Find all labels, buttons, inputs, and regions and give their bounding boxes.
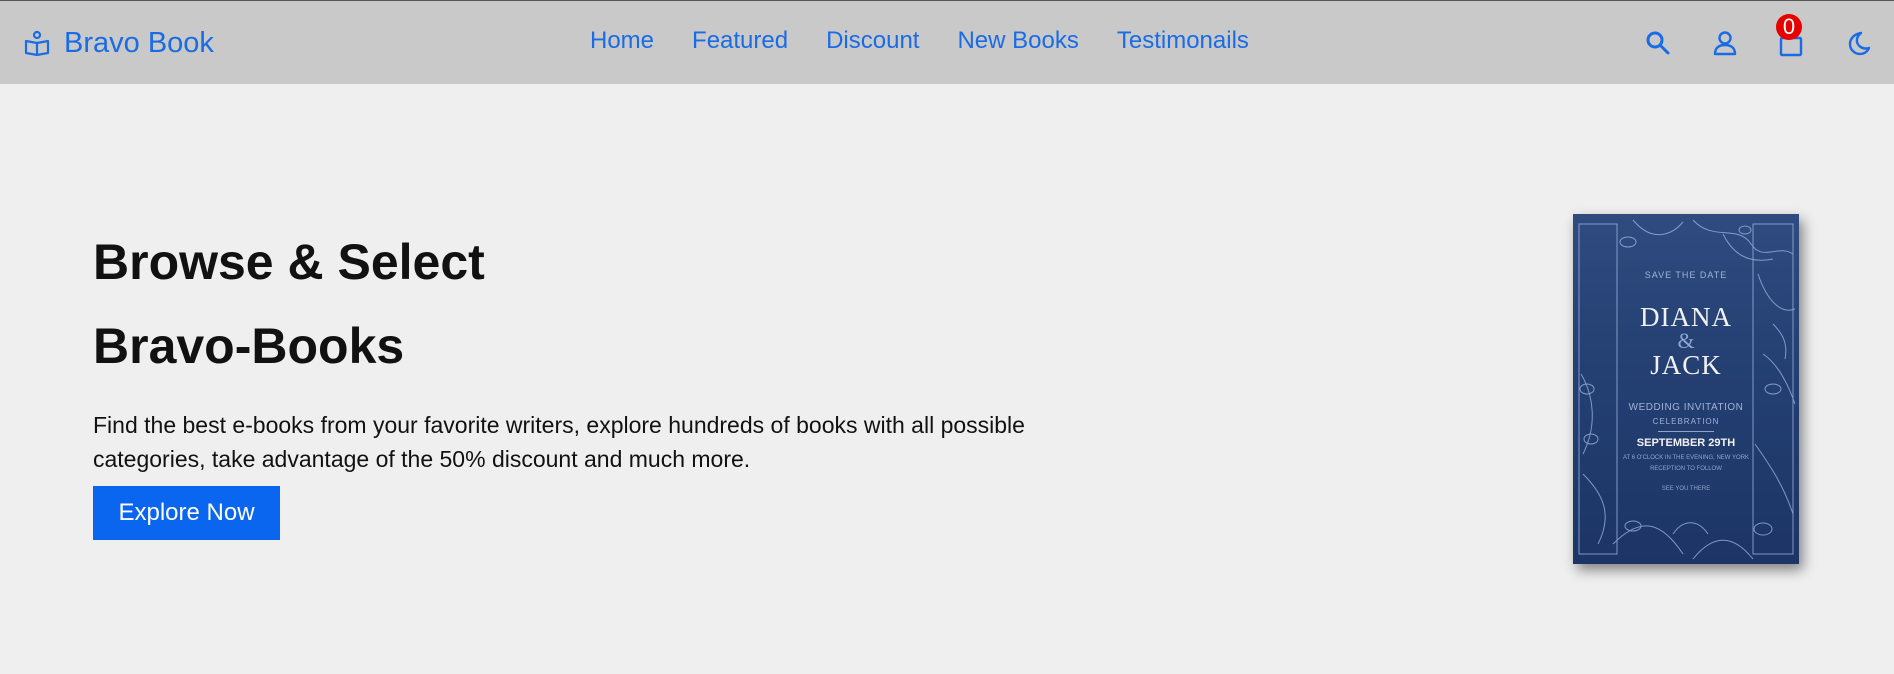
site-header: Bravo Book Home Featured Discount New Bo…: [0, 1, 1894, 84]
cover-date: SEPTEMBER 29TH: [1636, 437, 1736, 449]
brand-name: Bravo Book: [64, 26, 214, 59]
nav-testimonials[interactable]: Testimonails: [1117, 27, 1249, 55]
floral-decoration: [1578, 219, 1796, 560]
cover-reception: RECEPTION TO FOLLOW: [1650, 466, 1722, 472]
main-nav: Home Featured Discount New Books Testimo…: [590, 27, 1249, 55]
hero-section: Browse & Select Bravo-Books Find the bes…: [93, 220, 1053, 476]
nav-discount[interactable]: Discount: [826, 27, 919, 55]
nav-home[interactable]: Home: [590, 27, 654, 55]
search-icon: [1645, 30, 1671, 56]
hero-title-line1: Browse & Select: [93, 234, 485, 290]
search-button[interactable]: [1640, 25, 1676, 61]
theme-toggle[interactable]: [1840, 25, 1876, 61]
moon-icon: [1845, 30, 1871, 56]
hero-title-line2: Bravo-Books: [93, 318, 405, 374]
user-icon: [1712, 30, 1738, 56]
brand-logo[interactable]: Bravo Book: [24, 24, 214, 62]
cover-see-you: SEE YOU THERE: [1661, 486, 1711, 492]
nav-featured[interactable]: Featured: [692, 27, 788, 55]
nav-new-books[interactable]: New Books: [957, 27, 1078, 55]
cover-detail: AT 6 O'CLOCK IN THE EVENING, NEW YORK: [1622, 455, 1750, 461]
book-reader-icon: [24, 30, 50, 56]
cover-name-2: JACK: [1650, 350, 1722, 380]
cart-count-badge: 0: [1776, 14, 1802, 40]
hero-description: Find the best e-books from your favorite…: [93, 412, 1025, 472]
account-button[interactable]: [1707, 25, 1743, 61]
explore-now-button[interactable]: Explore Now: [93, 486, 280, 540]
cover-save-the-date: SAVE THE DATE: [1644, 270, 1728, 280]
cover-celebration: CELEBRATION: [1652, 417, 1720, 426]
cover-invitation: WEDDING INVITATION: [1628, 402, 1744, 413]
cover-divider: [1658, 431, 1714, 432]
book-cover-image[interactable]: SAVE THE DATE DIANA & JACK WEDDING INVIT…: [1573, 214, 1799, 564]
